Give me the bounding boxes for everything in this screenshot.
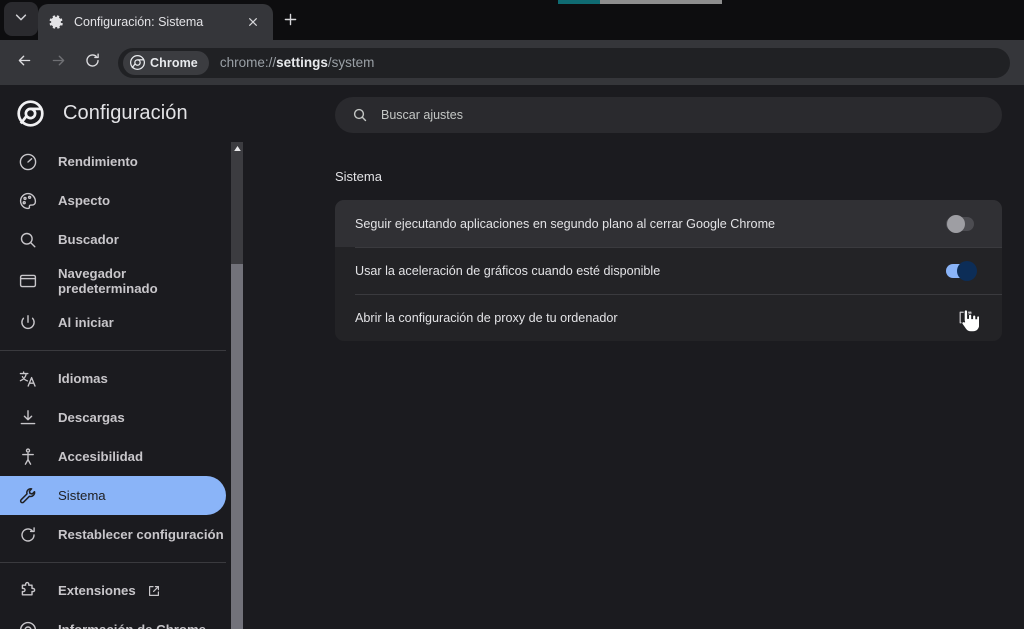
speedometer-icon xyxy=(18,152,38,172)
tab-search-button[interactable] xyxy=(4,2,38,36)
sidebar-item-label: Rendimiento xyxy=(58,153,138,169)
sidebar-item-buscador[interactable]: Buscador xyxy=(0,220,226,259)
sidebar-item-label: Al iniciar xyxy=(58,314,114,330)
reload-icon xyxy=(84,52,101,74)
search-icon xyxy=(352,107,368,123)
sidebar-item-label: Aspecto xyxy=(58,192,111,208)
chevron-down-icon xyxy=(14,10,28,29)
close-icon[interactable] xyxy=(243,12,263,32)
sidebar-item-al-iniciar[interactable]: Al iniciar xyxy=(0,303,226,342)
sidebar-divider xyxy=(0,350,226,351)
url-prefix: chrome:// xyxy=(219,55,277,70)
settings-page: Configuración Rendimiento Aspecto Buscad… xyxy=(0,85,1024,629)
external-link-icon xyxy=(147,584,161,598)
new-tab-button[interactable] xyxy=(277,9,303,35)
wrench-icon xyxy=(18,486,38,506)
sidebar-item-idiomas[interactable]: Idiomas xyxy=(0,359,226,398)
window-top-artifact-accent xyxy=(558,0,600,4)
tab-strip: Configuración: Sistema xyxy=(0,0,1024,40)
sidebar-item-informacion-de-chrome[interactable]: Información de Chrome xyxy=(0,610,226,629)
sidebar-item-label: Idiomas xyxy=(58,370,108,386)
search-icon xyxy=(18,230,38,250)
sidebar-item-label: Sistema xyxy=(58,487,106,503)
chrome-logo-icon xyxy=(130,55,145,70)
chrome-chip-label: Chrome xyxy=(150,55,198,70)
graphics-acceleration-toggle[interactable] xyxy=(946,260,977,281)
setting-row-proxy-settings[interactable]: Abrir la configuración de proxy de tu or… xyxy=(335,294,1002,341)
address-bar-url: chrome://settings/system xyxy=(220,55,375,70)
search-placeholder: Buscar ajustes xyxy=(381,108,463,122)
section-title: Sistema xyxy=(335,169,382,184)
sidebar-item-accesibilidad[interactable]: Accesibilidad xyxy=(0,437,226,476)
search-input[interactable]: Buscar ajustes xyxy=(335,97,1002,133)
accessibility-icon xyxy=(18,447,38,467)
setting-label: Abrir la configuración de proxy de tu or… xyxy=(355,310,618,325)
settings-content: Buscar ajustes Sistema Seguir ejecutando… xyxy=(243,85,1024,629)
sidebar-item-label: Navegador predeterminado xyxy=(58,265,158,296)
chrome-page-chip[interactable]: Chrome xyxy=(123,50,209,75)
translate-icon xyxy=(18,369,38,389)
sidebar-item-extensiones[interactable]: Extensiones xyxy=(0,571,226,610)
sidebar-header: Configuración xyxy=(0,85,243,142)
sidebar-item-label: Buscador xyxy=(58,231,119,247)
sidebar-item-aspecto[interactable]: Aspecto xyxy=(0,181,226,220)
browser-toolbar: Chrome chrome://settings/system xyxy=(0,40,1024,85)
arrow-left-icon xyxy=(16,52,33,74)
caret-up-icon[interactable] xyxy=(231,142,243,154)
browser-window-icon xyxy=(18,271,38,291)
toggle-knob xyxy=(957,260,977,281)
sidebar-item-restablecer-configuracion[interactable]: Restablecer configuración xyxy=(0,515,226,554)
settings-card: Seguir ejecutando aplicaciones en segund… xyxy=(335,200,1002,341)
external-link-icon[interactable] xyxy=(957,309,974,326)
setting-row-graphics-acceleration[interactable]: Usar la aceleración de gráficos cuando e… xyxy=(335,247,1002,294)
browser-tab[interactable]: Configuración: Sistema xyxy=(38,4,273,40)
scrollbar-track-upper[interactable] xyxy=(231,142,243,264)
plus-icon xyxy=(284,13,297,31)
scrollbar-thumb[interactable] xyxy=(231,264,243,629)
sidebar-nav: Rendimiento Aspecto Buscador Navegador p… xyxy=(0,142,243,629)
browser-window: Configuración: Sistema Chrome chrome://s… xyxy=(0,0,1024,629)
forward-button[interactable] xyxy=(42,47,74,79)
sidebar-scrollbar[interactable] xyxy=(231,142,243,629)
background-apps-toggle[interactable] xyxy=(946,214,974,233)
extension-icon xyxy=(18,581,38,601)
toggle-knob xyxy=(947,214,965,233)
setting-row-background-apps[interactable]: Seguir ejecutando aplicaciones en segund… xyxy=(335,200,1002,247)
sidebar-item-navegador-predeterminado[interactable]: Navegador predeterminado xyxy=(0,259,226,303)
sidebar-item-label: Restablecer configuración xyxy=(58,526,224,542)
chrome-logo-icon xyxy=(18,620,38,629)
page-title: Configuración xyxy=(63,102,188,124)
search-area: Buscar ajustes xyxy=(243,85,1024,133)
sidebar-item-sistema[interactable]: Sistema xyxy=(0,476,226,515)
sidebar-item-label: Información de Chrome xyxy=(58,622,206,629)
setting-label: Usar la aceleración de gráficos cuando e… xyxy=(355,263,661,278)
back-button[interactable] xyxy=(8,47,40,79)
tab-title: Configuración: Sistema xyxy=(74,15,204,29)
palette-icon xyxy=(18,191,38,211)
reload-button[interactable] xyxy=(76,47,108,79)
address-bar[interactable]: Chrome chrome://settings/system xyxy=(118,47,1010,78)
sidebar-item-rendimiento[interactable]: Rendimiento xyxy=(0,142,226,181)
sidebar-divider xyxy=(0,562,226,563)
url-suffix: /system xyxy=(327,55,375,70)
setting-label: Seguir ejecutando aplicaciones en segund… xyxy=(355,216,776,231)
settings-sidebar: Configuración Rendimiento Aspecto Buscad… xyxy=(0,85,243,629)
gear-icon xyxy=(48,14,64,30)
url-bold-segment: settings xyxy=(276,55,328,70)
restore-icon xyxy=(18,525,38,545)
chrome-logo-icon xyxy=(17,100,44,127)
arrow-right-icon xyxy=(50,52,67,74)
sidebar-item-label: Extensiones xyxy=(58,582,136,598)
sidebar-item-label: Accesibilidad xyxy=(58,448,144,464)
download-icon xyxy=(18,408,38,428)
sidebar-item-descargas[interactable]: Descargas xyxy=(0,398,226,437)
sidebar-item-label: Descargas xyxy=(58,409,125,425)
power-icon xyxy=(18,313,38,333)
